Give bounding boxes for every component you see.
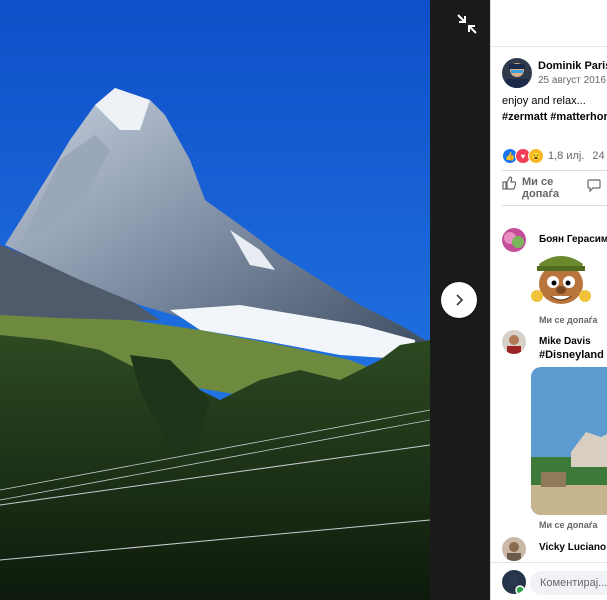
comment-icon bbox=[587, 179, 601, 193]
exit-fullscreen-icon[interactable] bbox=[455, 12, 479, 36]
next-photo-button[interactable] bbox=[441, 282, 477, 318]
commenter-avatar[interactable] bbox=[502, 228, 526, 252]
thumbs-up-icon bbox=[502, 176, 516, 190]
gif-attachment[interactable] bbox=[531, 367, 607, 515]
post-caption: enjoy and relax... bbox=[502, 95, 586, 107]
comment-composer: Коментирај... bbox=[491, 562, 607, 600]
like-button[interactable]: Ми се допаѓа bbox=[502, 176, 577, 200]
divider bbox=[502, 205, 607, 206]
post-author[interactable]: Dominik Paris bbox=[538, 60, 607, 72]
chevron-right-icon bbox=[456, 294, 464, 306]
user-avatar[interactable] bbox=[502, 570, 526, 594]
commenter-name[interactable]: Mike Davis bbox=[539, 336, 591, 347]
post-sidebar: Dominik Paris 25 август 2016 · enjoy and… bbox=[490, 0, 607, 600]
commenter-name[interactable]: Vicky Luciano bbox=[539, 542, 606, 553]
post-date[interactable]: 25 август 2016 · bbox=[538, 75, 607, 86]
cartoon-sticker bbox=[531, 256, 591, 304]
comment-button[interactable] bbox=[587, 178, 601, 197]
comment-like-link[interactable]: Ми се допаѓа bbox=[539, 315, 597, 325]
author-avatar[interactable] bbox=[502, 58, 532, 88]
comment-input[interactable]: Коментирај... bbox=[530, 571, 607, 595]
reactions-summary[interactable]: 👍 ♥ 😮 1,8 илј. 24 к bbox=[502, 147, 607, 165]
matterhorn-photo bbox=[0, 0, 430, 600]
commenter-name[interactable]: Боян Герасимов bbox=[539, 234, 607, 245]
divider bbox=[502, 170, 607, 171]
reaction-count[interactable]: 1,8 илј. bbox=[548, 150, 584, 162]
post-hashtags[interactable]: #zermatt #matterhorn bbox=[502, 111, 607, 123]
comment-hashtag[interactable]: #Disneyland bbox=[539, 349, 604, 361]
comment-like-link[interactable]: Ми се допаѓа bbox=[539, 520, 597, 530]
like-label: Ми се допаѓа bbox=[522, 176, 560, 200]
comment-count[interactable]: 24 к bbox=[592, 150, 607, 162]
wow-icon: 😮 bbox=[528, 148, 544, 164]
commenter-avatar[interactable] bbox=[502, 330, 526, 354]
photo-viewer bbox=[0, 0, 490, 600]
sidebar-header bbox=[491, 0, 607, 47]
commenter-avatar[interactable] bbox=[502, 537, 526, 561]
